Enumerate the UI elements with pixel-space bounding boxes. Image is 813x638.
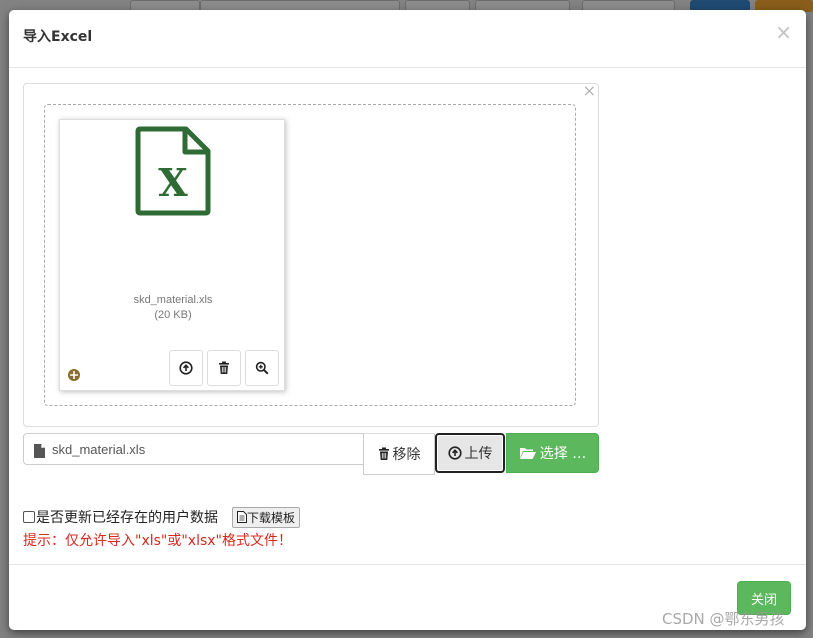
import-excel-modal: 导入Excel × × X skd_material.xls (20 KB) s…: [9, 10, 806, 630]
preview-clear-button[interactable]: ×: [583, 81, 596, 100]
choose-file-button[interactable]: 选择 …: [506, 433, 599, 473]
choose-file-button-label: 选择 …: [539, 446, 587, 462]
upload-icon: [179, 361, 193, 375]
modal-title: 导入Excel: [23, 29, 93, 45]
upload-button[interactable]: 上传: [435, 433, 505, 473]
format-hint: 提示：仅允许导入"xls"或"xlsx"格式文件！: [23, 533, 292, 549]
watermark: CSDN @鄂东男孩: [662, 610, 785, 628]
download-template-label: 下载模板: [247, 510, 296, 525]
file-zoom-button[interactable]: [245, 350, 279, 386]
upload-icon: [447, 446, 462, 460]
file-icon: [34, 444, 45, 458]
update-existing-option: 是否更新已经存在的用户数据 下载模板: [23, 506, 301, 528]
file-caption[interactable]: skd_material.xls: [23, 433, 364, 465]
svg-text:X: X: [158, 160, 188, 205]
file-remove-button[interactable]: [207, 350, 241, 386]
download-template-button[interactable]: 下载模板: [232, 506, 301, 528]
document-icon: [237, 511, 247, 523]
file-preview-card: X skd_material.xls (20 KB): [59, 119, 285, 391]
drop-zone[interactable]: X skd_material.xls (20 KB): [44, 104, 576, 406]
caption-file-name: skd_material.xls: [52, 442, 146, 457]
remove-button-label: 移除: [392, 447, 421, 463]
file-upload-button[interactable]: [169, 350, 203, 386]
file-upload-preview: × X skd_material.xls (20 KB): [23, 81, 599, 427]
remove-button[interactable]: 移除: [363, 433, 435, 475]
file-excel-icon: X: [135, 126, 211, 216]
modal-close-button[interactable]: ×: [775, 22, 792, 42]
upload-button-label: 上传: [464, 446, 493, 462]
file-size: (20 KB): [154, 309, 192, 321]
modal-header: 导入Excel ×: [9, 10, 806, 68]
folder-open-icon: [519, 448, 536, 459]
update-existing-checkbox[interactable]: [23, 511, 35, 523]
trash-icon: [219, 361, 229, 374]
zoom-in-icon: [255, 361, 269, 375]
update-existing-label: 是否更新已经存在的用户数据: [36, 510, 218, 526]
file-name: skd_material.xls: [133, 294, 213, 306]
trash-icon: [378, 447, 389, 460]
drag-handle-icon[interactable]: [67, 368, 81, 382]
